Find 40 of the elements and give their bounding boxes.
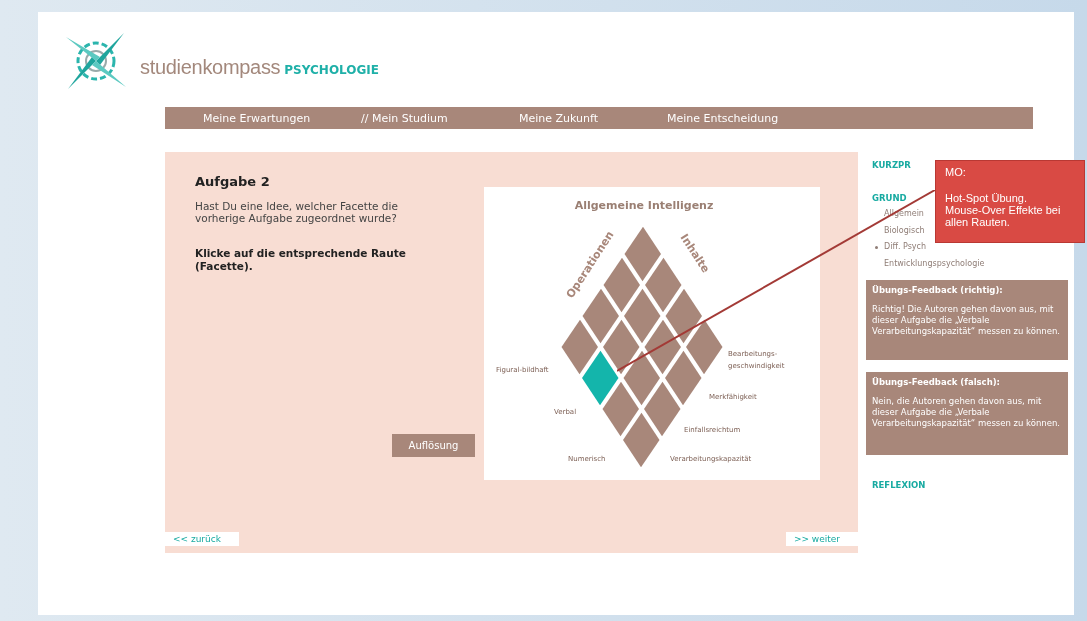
- rhombus-tile[interactable]: [665, 288, 702, 344]
- nav-link[interactable]: Meine Zukunft: [519, 111, 629, 125]
- rhombus-tile[interactable]: [602, 381, 639, 437]
- bullet-icon: [875, 245, 878, 249]
- rhombus-tile[interactable]: [624, 288, 661, 344]
- sidebar-item[interactable]: Diff. Psych: [884, 239, 927, 256]
- rhombus-tile[interactable]: [644, 319, 681, 375]
- sidebar-item[interactable]: Entwicklungspsychologie: [884, 255, 985, 272]
- feedback-text: Richtig! Die Autoren gehen davon aus, mit dieser Aufgabe die „Verbale Verarbeitungskapazität“ messen zu können.: [872, 304, 1062, 337]
- solution-button[interactable]: Auflösung: [392, 434, 475, 457]
- rhombus-tile[interactable]: [603, 319, 640, 375]
- rhombus-tile[interactable]: [665, 350, 702, 406]
- rhombus-tile[interactable]: [624, 226, 661, 282]
- sidebar-item[interactable]: Biologisch: [884, 222, 925, 239]
- task-title: Aufgabe 2: [195, 174, 271, 189]
- sidebar-heading[interactable]: REFLEXION: [872, 477, 926, 494]
- nav-link[interactable]: Meine Erwartungen: [203, 111, 323, 125]
- figure-title: Allgemeine Intelligenz: [574, 199, 714, 212]
- brand-subtitle: PSYCHOLOGIE: [284, 62, 379, 77]
- brand-name: studienkompass: [140, 55, 281, 79]
- task-instruction: Klicke auf die entsprechende Raute (Facette).: [195, 247, 407, 273]
- next-link[interactable]: >> weiter: [785, 532, 858, 546]
- rhombus-tile[interactable]: [644, 381, 681, 437]
- feedback-title: Übungs-Feedback (richtig):: [872, 285, 1004, 295]
- feedback-title: Übungs-Feedback (falsch):: [872, 377, 1001, 387]
- feedback-text: Nein, die Autoren gehen davon aus, mit dieser Aufgabe die „Verbale Verarbeitungskapazität“ messen zu können.: [872, 396, 1062, 429]
- rhombus-tile[interactable]: [582, 350, 619, 406]
- back-link[interactable]: << zurück: [165, 532, 239, 546]
- rhombus-tile[interactable]: [623, 412, 660, 468]
- rhombus-tile[interactable]: [645, 257, 682, 313]
- rhombus-tile[interactable]: [623, 350, 660, 406]
- rhombus-tile[interactable]: [561, 319, 598, 375]
- nav-link[interactable]: Meine Entscheidung: [667, 111, 787, 125]
- rhombus-tile[interactable]: [686, 319, 723, 375]
- sidebar-heading[interactable]: GRUND: [872, 189, 907, 206]
- task-question: Hast Du eine Idee, welcher Facette die vorherige Aufgabe zugeordnet wurde?: [195, 200, 399, 224]
- sidebar-heading[interactable]: KURZPR: [872, 157, 911, 174]
- note-text: Hot-Spot Übung. Mouse-Over Effekte bei allen Rauten.: [945, 192, 1062, 228]
- nav-link[interactable]: // Mein Studium: [361, 111, 481, 125]
- note-title: MO:: [945, 166, 967, 178]
